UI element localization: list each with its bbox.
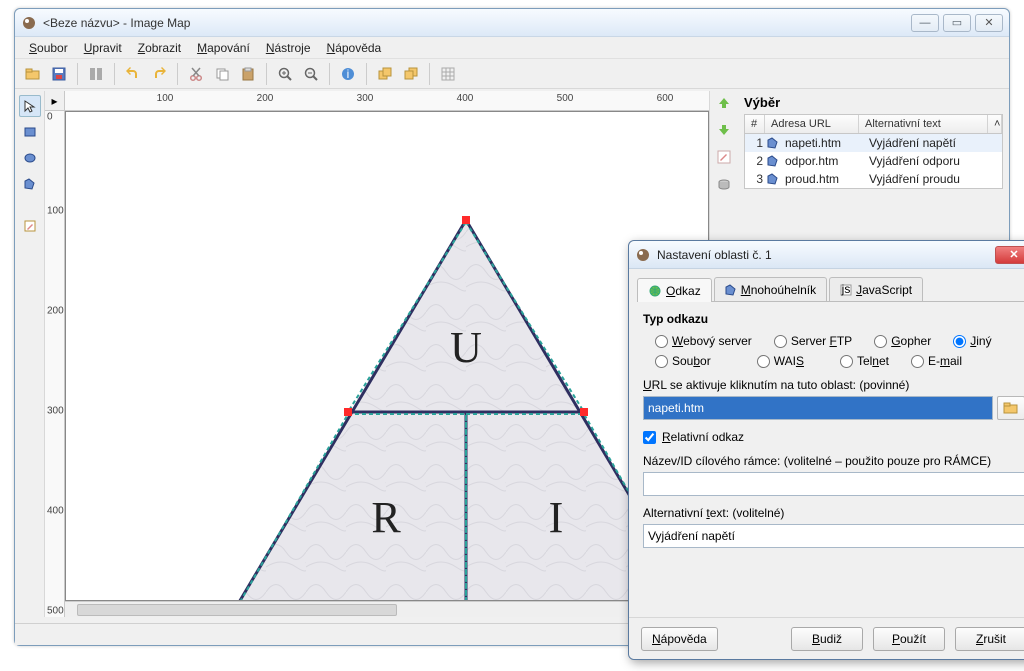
cut-icon[interactable] [184, 62, 208, 86]
grid-icon[interactable] [436, 62, 460, 86]
svg-text:i: i [347, 67, 350, 81]
close-button[interactable]: ✕ [975, 14, 1003, 32]
edit-area-icon[interactable] [716, 149, 732, 168]
alt-label: Alternativní text: (volitelné) [643, 506, 1024, 520]
menu-upravit[interactable]: Upravit [78, 39, 128, 57]
list-header: # Adresa URL Alternativní text ˄ [744, 114, 1003, 134]
save-icon[interactable] [47, 62, 71, 86]
radio-web[interactable]: Webový server [655, 334, 752, 348]
help-button[interactable]: Nápověda [641, 627, 718, 651]
app-icon [21, 15, 37, 31]
to-back-icon[interactable] [399, 62, 423, 86]
radio-telnet[interactable]: Telnet [840, 354, 889, 368]
letter-r: R [371, 493, 401, 542]
dialog-buttons: Nápověda Budiž Použít Zrušit [629, 617, 1024, 659]
app-icon [635, 247, 651, 263]
arrow-down-icon[interactable] [716, 122, 732, 141]
radio-jiny[interactable]: Jiný [953, 334, 991, 348]
maximize-button[interactable]: ▭ [943, 14, 971, 32]
area-list: 1 napeti.htm Vyjádření napětí 2 odpor.ht… [744, 134, 1003, 189]
delete-icon[interactable] [716, 176, 732, 195]
url-input[interactable] [643, 396, 993, 420]
letter-i: I [549, 493, 564, 542]
copy-icon[interactable] [210, 62, 234, 86]
dialog-title-bar[interactable]: Nastavení oblasti č. 1 ✕ [629, 241, 1024, 269]
menu-mapovani[interactable]: Mapování [191, 39, 256, 57]
script-icon: js [840, 284, 852, 296]
menu-napoveda[interactable]: Nápověda [321, 39, 388, 57]
globe-icon [648, 284, 662, 298]
list-item[interactable]: 3 proud.htm Vyjádření proudu [745, 170, 1002, 188]
radio-gopher[interactable]: Gopher [874, 334, 931, 348]
area-settings-dialog: Nastavení oblasti č. 1 ✕ Odkaz Mnohoúhel… [628, 240, 1024, 660]
menu-soubor[interactable]: Soubor [23, 39, 74, 57]
handle-left[interactable] [344, 408, 352, 416]
undo-icon[interactable] [121, 62, 145, 86]
alt-input[interactable] [643, 524, 1024, 548]
selection-title: Výběr [744, 95, 1003, 110]
info-icon[interactable]: i [336, 62, 360, 86]
edit-tool[interactable] [19, 215, 41, 237]
polygon-icon [767, 173, 781, 185]
to-front-icon[interactable] [373, 62, 397, 86]
browse-button[interactable] [997, 396, 1024, 420]
window-title: <Beze názvu> - Image Map [43, 16, 911, 30]
svg-text:js: js [841, 284, 851, 296]
cancel-button[interactable]: Zrušit [955, 627, 1024, 651]
list-item[interactable]: 2 odpor.htm Vyjádření odporu [745, 152, 1002, 170]
tab-javascript[interactable]: js JavaScript [829, 277, 923, 301]
radio-wais[interactable]: WAIS [757, 354, 804, 368]
handle-right[interactable] [580, 408, 588, 416]
tab-body-odkaz: Typ odkazu Webový server Server FTP Goph… [629, 302, 1024, 558]
pointer-tool[interactable] [19, 95, 41, 117]
frame-input[interactable] [643, 472, 1024, 496]
arrow-up-icon[interactable] [716, 95, 732, 114]
canvas[interactable]: U R I [65, 111, 709, 601]
rectangle-tool[interactable] [19, 121, 41, 143]
preferences-icon[interactable] [84, 62, 108, 86]
ok-button[interactable]: Budiž [791, 627, 863, 651]
polygon-icon [725, 284, 737, 296]
radio-ftp[interactable]: Server FTP [774, 334, 852, 348]
ruler-vertical: 0 100 200 300 400 500 [45, 111, 65, 617]
dialog-close-button[interactable]: ✕ [995, 246, 1024, 264]
radio-email[interactable]: E-mail [911, 354, 962, 368]
tab-odkaz[interactable]: Odkaz [637, 278, 712, 302]
polygon-icon [767, 155, 781, 167]
tab-mnohouhelnik[interactable]: Mnohoúhelník [714, 277, 827, 301]
link-type-label: Typ odkazu [643, 312, 1024, 326]
circle-tool[interactable] [19, 147, 41, 169]
radio-soubor[interactable]: Soubor [655, 354, 711, 368]
toolbar: i [15, 59, 1009, 89]
apply-button[interactable]: Použít [873, 627, 945, 651]
left-toolbox [15, 91, 45, 617]
letter-u: U [450, 323, 482, 372]
relative-checkbox[interactable]: Relativní odkaz [643, 430, 1024, 444]
menu-bar: Soubor Upravit Zobrazit Mapování Nástroj… [15, 37, 1009, 59]
scrollbar-horizontal[interactable] [65, 601, 709, 617]
title-bar[interactable]: <Beze názvu> - Image Map — ▭ ✕ [15, 9, 1009, 37]
zoom-out-icon[interactable] [299, 62, 323, 86]
handle-top[interactable] [462, 216, 470, 224]
menu-nastroje[interactable]: Nástroje [260, 39, 317, 57]
list-item[interactable]: 1 napeti.htm Vyjádření napětí [745, 134, 1002, 152]
polygon-tool[interactable] [19, 173, 41, 195]
polygon-icon [767, 137, 781, 149]
ruler-horizontal: 100 200 300 400 500 600 [65, 91, 709, 111]
frame-label: Název/ID cílového rámce: (volitelné – po… [643, 454, 1024, 468]
url-label: URL se aktivuje kliknutím na tuto oblast… [643, 378, 1024, 392]
dialog-tabs: Odkaz Mnohoúhelník js JavaScript [637, 277, 1024, 302]
paste-icon[interactable] [236, 62, 260, 86]
open-icon[interactable] [21, 62, 45, 86]
redo-icon[interactable] [147, 62, 171, 86]
minimize-button[interactable]: — [911, 14, 939, 32]
canvas-zone: ▸ 100 200 300 400 500 600 0 100 200 300 … [45, 91, 709, 617]
zoom-in-icon[interactable] [273, 62, 297, 86]
ruler-corner[interactable]: ▸ [45, 91, 65, 111]
menu-zobrazit[interactable]: Zobrazit [132, 39, 187, 57]
